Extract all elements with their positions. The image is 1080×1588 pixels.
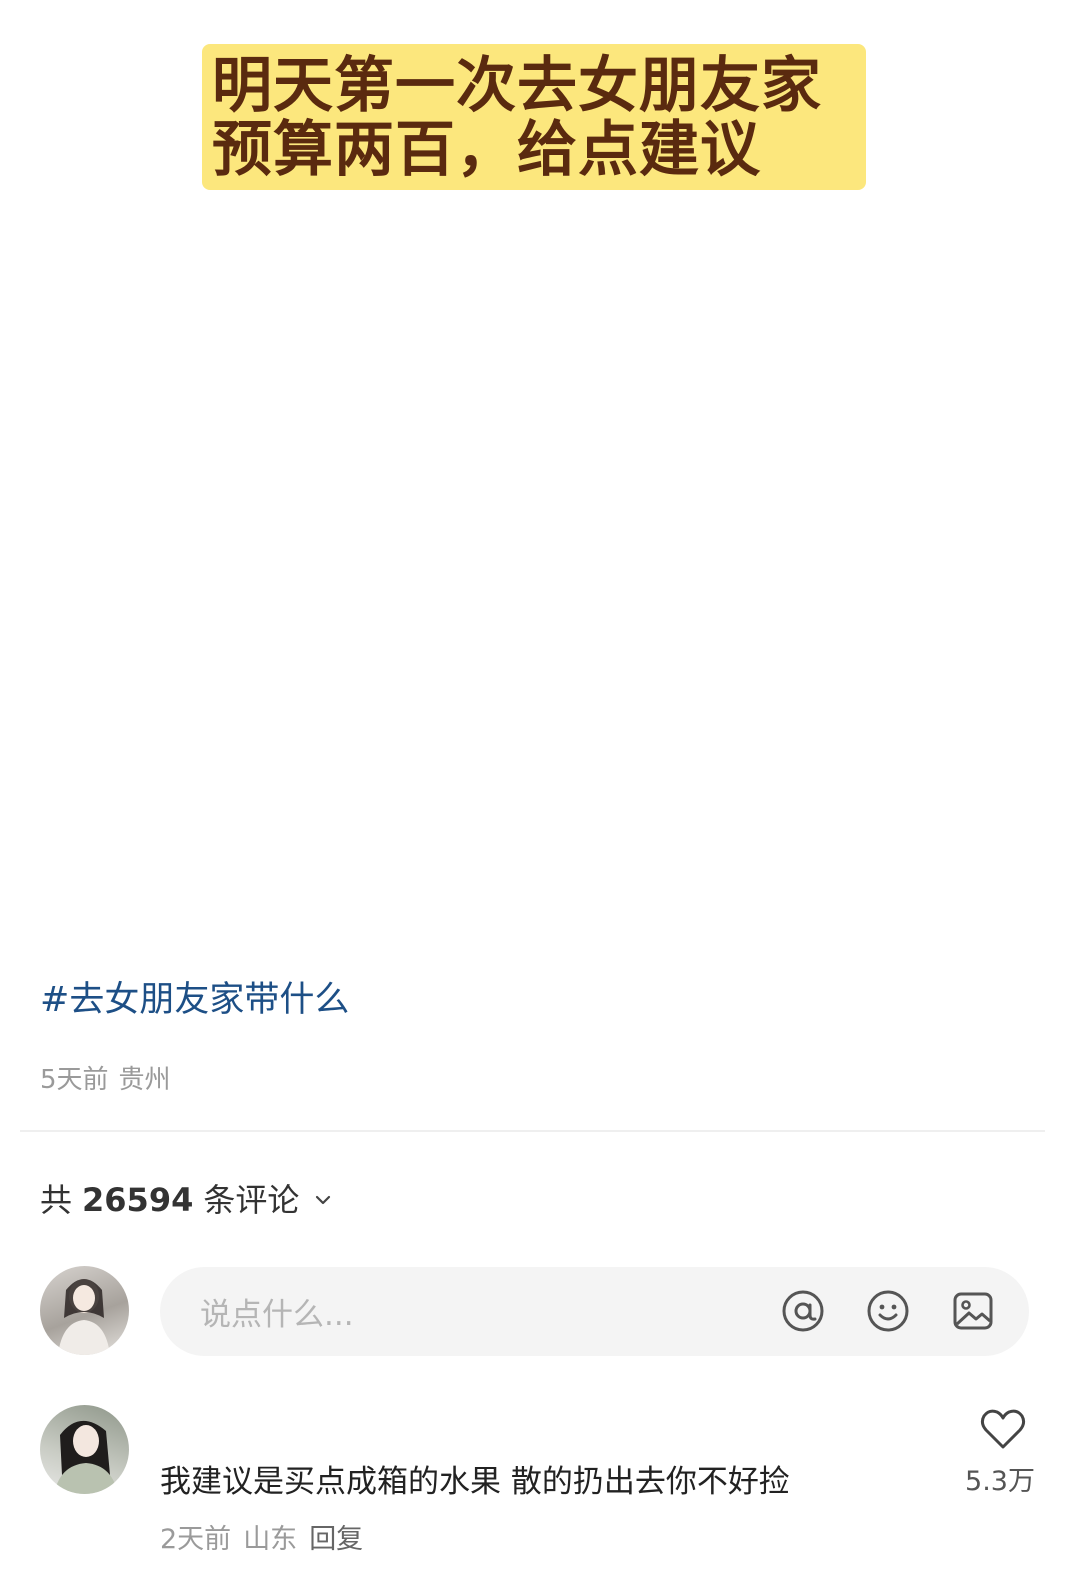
comment-meta: 2天前 山东 回复: [160, 1520, 363, 1560]
commenter-avatar-image: [54, 1420, 118, 1494]
comment-count-number: 26594: [82, 1181, 194, 1219]
comment-count-toggle[interactable]: 共 26594 条评论: [40, 1178, 333, 1222]
comment-input-placeholder: 说点什么...: [200, 1297, 354, 1333]
banner-line-1: 明天第一次去女朋友家: [212, 51, 822, 121]
chevron-down-icon: [316, 1195, 331, 1205]
heart-icon[interactable]: [980, 1408, 1026, 1450]
comment-input[interactable]: 说点什么...: [160, 1267, 1029, 1356]
post-time: 5天前: [40, 1065, 109, 1095]
post-title-banner: 明天第一次去女朋友家 预算两百，给点建议: [202, 44, 866, 190]
hashtag-link[interactable]: #去女朋友家带什么: [40, 976, 349, 1024]
like-count: 5.3万: [965, 1466, 1035, 1497]
banner-line-2: 预算两百，给点建议: [212, 115, 761, 185]
image-icon[interactable]: [950, 1288, 996, 1334]
post-location: 贵州: [118, 1065, 171, 1095]
commenter-avatar[interactable]: [40, 1405, 129, 1494]
divider: [20, 1130, 1045, 1132]
comment-location: 山东: [243, 1524, 298, 1555]
avatar-image: [58, 1279, 110, 1355]
comment-text: 我建议是买点成箱的水果 散的扔出去你不好捡: [160, 1464, 790, 1500]
comment-count-suffix: 条评论: [203, 1181, 300, 1219]
reply-button[interactable]: 回复: [309, 1524, 363, 1555]
post-meta: 5天前 贵州: [40, 1062, 171, 1098]
emoji-icon[interactable]: [865, 1288, 911, 1334]
at-icon[interactable]: [780, 1288, 826, 1334]
comment-time: 2天前: [160, 1524, 232, 1555]
my-avatar[interactable]: [40, 1266, 129, 1355]
comment-count-prefix: 共: [40, 1181, 73, 1219]
